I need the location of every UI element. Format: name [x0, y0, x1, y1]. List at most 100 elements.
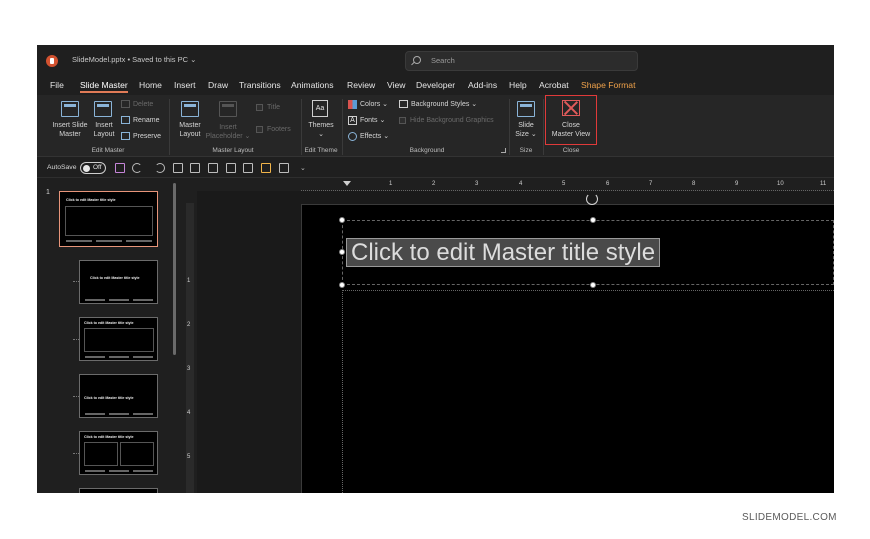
tab-draw[interactable]: Draw: [208, 80, 228, 90]
group-label-size: Size: [519, 147, 533, 154]
layout-thumbnail[interactable]: Click to edit Master title style: [79, 374, 158, 418]
thumb-body: [84, 328, 154, 352]
panel-scrollbar[interactable]: [173, 183, 176, 355]
resize-handle[interactable]: [590, 217, 596, 223]
autosave-state: Off: [93, 164, 102, 171]
close-master-view-icon[interactable]: [562, 100, 580, 116]
thumb-body: [65, 206, 153, 236]
tab-help[interactable]: Help: [509, 80, 527, 90]
tab-transitions[interactable]: Transitions: [239, 80, 281, 90]
tab-add-ins[interactable]: Add-ins: [468, 80, 497, 90]
redo-icon[interactable]: [155, 163, 165, 173]
tab-file[interactable]: File: [50, 80, 64, 90]
thumb-title: Click to edit Master title style: [84, 321, 134, 325]
insert-layout-button[interactable]: Insert Layout: [90, 121, 118, 139]
tab-shape-format[interactable]: Shape Format: [581, 80, 635, 90]
h-ruler-number: 7: [649, 181, 653, 187]
hide-background-checkbox[interactable]: [399, 117, 406, 124]
thumb-footer: [109, 356, 129, 358]
tab-insert[interactable]: Insert: [174, 80, 196, 90]
colors-dropdown[interactable]: Colors ⌄: [360, 100, 388, 109]
ribbon-separator: [543, 99, 544, 155]
close-master-view-button[interactable]: Close Master View: [545, 121, 597, 139]
tab-acrobat[interactable]: Acrobat: [539, 80, 569, 90]
fonts-dropdown[interactable]: Fonts ⌄: [360, 116, 385, 125]
ribbon-separator: [169, 99, 170, 155]
thumb-footer: [133, 413, 153, 415]
thumb-title: Click to edit Master title style: [84, 435, 134, 439]
h-ruler-number: 4: [519, 181, 523, 187]
tab-view[interactable]: View: [387, 80, 405, 90]
autosave-label: AutoSave: [47, 164, 77, 171]
h-ruler-number: 2: [432, 181, 436, 187]
dialog-launcher-icon[interactable]: [501, 148, 506, 153]
master-layout-button[interactable]: Master Layout: [176, 121, 204, 139]
tab-animations[interactable]: Animations: [291, 80, 334, 90]
h-ruler-number: 11: [820, 181, 827, 187]
rotate-handle-icon[interactable]: [586, 193, 598, 205]
delete-button[interactable]: Delete: [133, 100, 153, 109]
indent-marker[interactable]: [343, 181, 351, 190]
present-icon[interactable]: [243, 163, 253, 173]
master-thumbnail[interactable]: Click to edit Master title style: [59, 191, 158, 247]
effects-dropdown[interactable]: Effects ⌄: [360, 132, 389, 141]
preserve-icon: [121, 132, 130, 140]
copy-icon[interactable]: [261, 163, 271, 173]
insert-placeholder-button[interactable]: Insert Placeholder ⌄: [205, 123, 251, 141]
shapes-icon[interactable]: [226, 163, 236, 173]
layout-thumbnail[interactable]: [79, 488, 158, 493]
title-checkbox-label: Title: [267, 104, 280, 111]
tab-developer[interactable]: Developer: [416, 80, 455, 90]
powerpoint-app-icon[interactable]: [46, 55, 58, 67]
comment-icon[interactable]: [279, 163, 289, 173]
insert-slide-master-button[interactable]: Insert Slide Master: [49, 121, 91, 139]
preserve-button[interactable]: Preserve: [133, 132, 161, 141]
layout-thumbnail[interactable]: Click to edit Master title style: [79, 431, 158, 475]
title-checkbox[interactable]: [256, 104, 263, 111]
thumb-title: Click to edit Master title style: [84, 396, 134, 400]
h-ruler-number: 6: [606, 181, 610, 187]
tab-home[interactable]: Home: [139, 80, 162, 90]
group-label-master-layout: Master Layout: [212, 147, 254, 154]
title-placeholder-text[interactable]: Click to edit Master title style: [346, 238, 661, 267]
thumb-footer: [85, 413, 105, 415]
horizontal-ruler: [301, 181, 834, 191]
layout-thumbnail[interactable]: Click to edit Master title style: [79, 260, 158, 304]
insert-slide-master-icon[interactable]: [61, 101, 79, 117]
group-label-close: Close: [562, 147, 580, 154]
slide-size-button[interactable]: Slide Size ⌄: [512, 121, 540, 139]
tab-slide-master[interactable]: Slide Master: [80, 80, 128, 93]
new-file-icon[interactable]: [190, 163, 200, 173]
body-placeholder-frame[interactable]: [342, 290, 834, 493]
search-icon: [413, 56, 421, 64]
save-icon[interactable]: [115, 163, 125, 173]
insert-layout-icon[interactable]: [94, 101, 112, 117]
thumb-body: [84, 442, 118, 466]
tab-review[interactable]: Review: [347, 80, 375, 90]
thumb-footer: [126, 240, 152, 242]
layout-thumbnail[interactable]: Click to edit Master title style: [79, 317, 158, 361]
picture-icon[interactable]: [208, 163, 218, 173]
footers-checkbox[interactable]: [256, 126, 263, 133]
thumb-footer: [109, 413, 129, 415]
v-ruler-number: 2: [187, 322, 191, 328]
document-title[interactable]: SlideModel.pptx • Saved to this PC ⌄: [72, 55, 196, 64]
hide-background-label: Hide Background Graphics: [410, 117, 494, 124]
open-icon[interactable]: [173, 163, 183, 173]
toggle-knob: [83, 164, 90, 172]
resize-handle[interactable]: [339, 217, 345, 223]
resize-handle[interactable]: [339, 282, 345, 288]
themes-icon[interactable]: Aa: [312, 100, 328, 117]
watermark: SLIDEMODEL.COM: [742, 512, 837, 523]
themes-button[interactable]: Themes ⌄: [305, 121, 337, 139]
background-styles-dropdown[interactable]: Background Styles ⌄: [411, 100, 477, 109]
insert-placeholder-icon: [219, 101, 237, 117]
h-ruler-number: 9: [735, 181, 739, 187]
undo-icon[interactable]: [132, 163, 142, 173]
rename-button[interactable]: Rename: [133, 116, 159, 125]
slide-size-icon[interactable]: [517, 101, 535, 117]
customize-toolbar-icon[interactable]: ⌄: [300, 164, 306, 172]
resize-handle[interactable]: [339, 249, 345, 255]
master-layout-icon[interactable]: [181, 101, 199, 117]
resize-handle[interactable]: [590, 282, 596, 288]
